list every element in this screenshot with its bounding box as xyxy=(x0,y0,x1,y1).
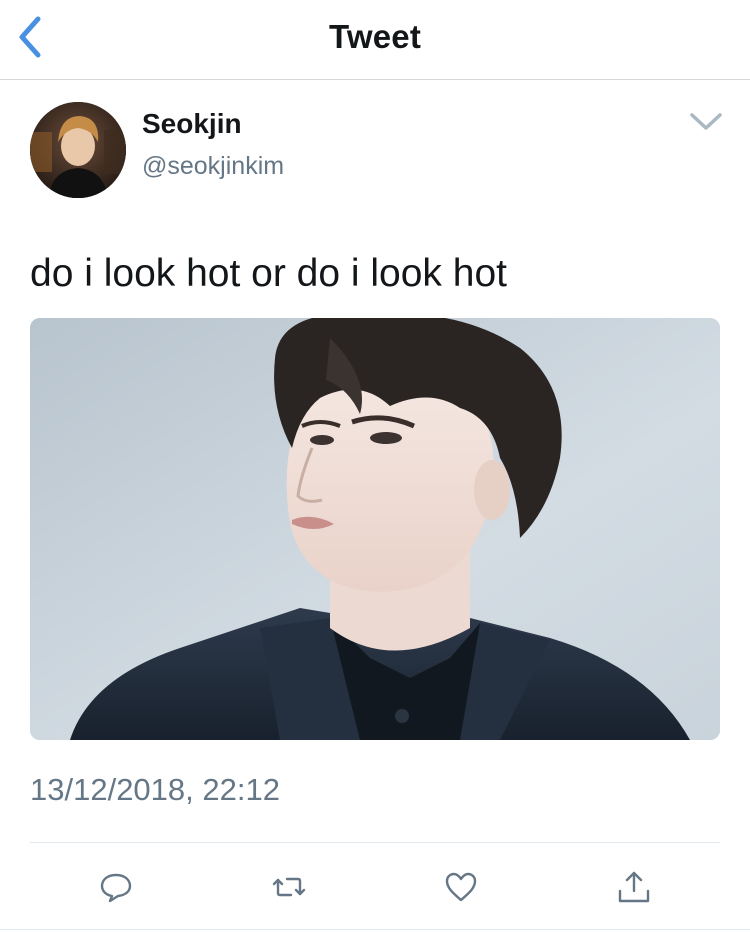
retweet-icon xyxy=(272,877,306,897)
share-button[interactable] xyxy=(616,869,652,905)
retweet-button[interactable] xyxy=(271,869,307,905)
author-handle[interactable]: @seokjinkim xyxy=(142,152,284,181)
more-options-button[interactable] xyxy=(686,106,726,136)
chevron-down-icon xyxy=(690,113,722,130)
tweet-text: do i look hot or do i look hot xyxy=(30,252,507,295)
tweet-header: Seokjin @seokjinkim xyxy=(0,80,750,220)
tweet-photo xyxy=(30,318,720,740)
reply-button[interactable] xyxy=(98,869,134,905)
bottom-divider xyxy=(0,929,750,930)
avatar[interactable] xyxy=(30,102,126,198)
avatar-image xyxy=(30,102,126,198)
tweet-image[interactable] xyxy=(30,318,720,740)
reply-icon xyxy=(100,873,132,903)
nav-bar: Tweet xyxy=(0,0,750,80)
heart-icon xyxy=(445,872,477,902)
share-icon xyxy=(618,871,650,903)
tweet-timestamp: 13/12/2018, 22:12 xyxy=(30,772,280,807)
author-name[interactable]: Seokjin xyxy=(142,108,242,140)
action-bar xyxy=(0,843,750,929)
page-title: Tweet xyxy=(328,18,422,55)
like-button[interactable] xyxy=(443,869,479,905)
